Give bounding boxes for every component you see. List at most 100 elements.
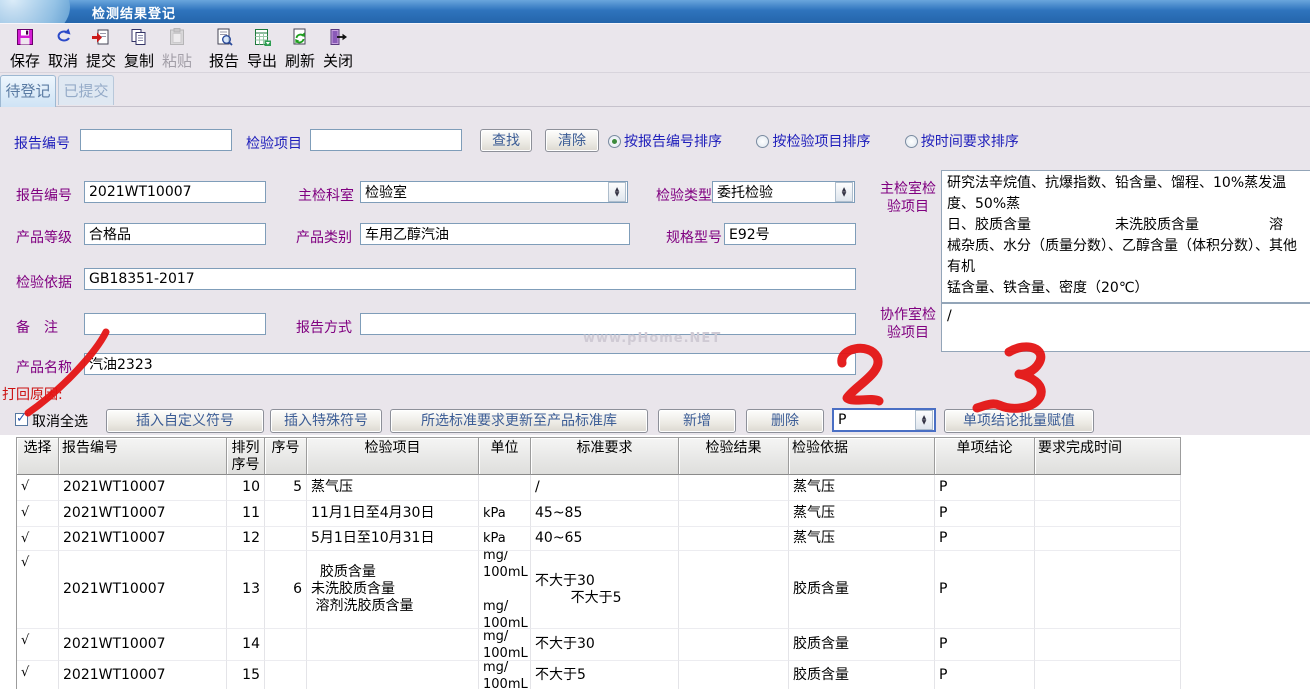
cell-check[interactable]: √ <box>17 527 59 551</box>
cell-check[interactable]: √ <box>17 551 59 629</box>
toolbar-button-label: 取消 <box>48 51 78 71</box>
check-type-select[interactable]: 委托检验 ▲▼ <box>712 181 855 203</box>
close-button[interactable]: 关闭 <box>319 27 357 71</box>
cancel-button[interactable]: 取消 <box>44 27 82 71</box>
report-no-input[interactable] <box>84 181 266 203</box>
cell-conclusion: P <box>935 527 1035 551</box>
column-header-report_no[interactable]: 报告编号 <box>59 438 227 475</box>
column-header-seq[interactable]: 序号 <box>265 438 307 475</box>
cell-item: 5月1日至10月31日 <box>307 527 479 551</box>
cell-check[interactable]: √ <box>17 629 59 661</box>
toolbar-button-label: 关闭 <box>323 51 353 71</box>
search-item-input[interactable] <box>310 129 462 151</box>
radio-label: 按检验项目排序 <box>772 131 870 151</box>
main-items-panel[interactable]: 研究法辛烷值、抗爆指数、铅含量、馏程、10%蒸发温度、50%蒸 日、胶质含量 未… <box>941 170 1310 303</box>
cell-report_no: 2021WT10007 <box>59 475 227 501</box>
save-button[interactable]: 保存 <box>6 27 44 71</box>
copy-button[interactable]: 复制 <box>120 27 158 71</box>
report-method-label: 报告方式 <box>296 317 352 337</box>
cell-unit: mg/ 100mL <box>479 629 531 661</box>
column-header-sort_no[interactable]: 排列 序号 <box>227 438 265 475</box>
radio-icon <box>905 135 918 148</box>
cell-check[interactable]: √ <box>17 475 59 501</box>
clear-button[interactable]: 清除 <box>545 129 599 152</box>
insert-special-symbol-button[interactable]: 插入特殊符号 <box>270 409 382 433</box>
cell-conclusion: P <box>935 629 1035 661</box>
column-header-conclusion[interactable]: 单项结论 <box>935 438 1035 475</box>
add-button[interactable]: 新增 <box>658 409 736 433</box>
coop-items-panel[interactable]: / <box>941 303 1310 352</box>
report-button[interactable]: 报告 <box>205 27 243 71</box>
select-all-checkbox[interactable] <box>15 413 28 426</box>
remark-input[interactable] <box>84 313 266 335</box>
copy-icon <box>129 27 149 51</box>
main-dept-select[interactable]: 检验室 ▲▼ <box>360 181 628 203</box>
title-bar: 检测结果登记 <box>0 0 1310 23</box>
cell-unit <box>479 475 531 501</box>
cell-sort_no: 15 <box>227 661 265 689</box>
product-name-label: 产品名称 <box>16 357 72 377</box>
toolbar-button-label: 粘贴 <box>162 51 192 71</box>
product-grade-input[interactable] <box>84 223 266 245</box>
report-method-input[interactable] <box>360 313 856 335</box>
export-button[interactable]: 导出 <box>243 27 281 71</box>
batch-conclusion-button[interactable]: 单项结论批量赋值 <box>944 409 1094 433</box>
table-row[interactable]: √2021WT1000714mg/ 100mL不大于30胶质含量P <box>17 629 1181 661</box>
find-button[interactable]: 查找 <box>480 129 532 152</box>
insert-custom-symbol-button[interactable]: 插入自定义符号 <box>106 409 264 433</box>
product-category-label: 产品类别 <box>296 227 352 247</box>
product-category-input[interactable] <box>360 223 630 245</box>
cell-basis: 胶质含量 <box>789 629 935 661</box>
tab-pending[interactable]: 待登记 <box>0 75 56 107</box>
table-row[interactable]: √2021WT10007125月1日至10月31日kPa40~65蒸气压P <box>17 527 1181 551</box>
product-name-input[interactable] <box>84 353 856 375</box>
column-header-basis[interactable]: 检验依据 <box>789 438 935 475</box>
refresh-button[interactable]: 刷新 <box>281 27 319 71</box>
cell-conclusion: P <box>935 551 1035 629</box>
cell-check[interactable]: √ <box>17 661 59 689</box>
dropdown-spinner-icon[interactable]: ▲▼ <box>608 182 626 202</box>
column-header-check[interactable]: 选择 <box>17 438 59 475</box>
table-row[interactable]: √2021WT1000715mg/ 100mL不大于5胶质含量P <box>17 661 1181 689</box>
table-row[interactable]: √2021WT10007105蒸气压/蒸气压P <box>17 475 1181 501</box>
submit-button[interactable]: 提交 <box>82 27 120 71</box>
delete-button[interactable]: 删除 <box>746 409 824 433</box>
cell-item: 胶质含量 未洗胶质含量 溶剂洗胶质含量 <box>307 551 479 629</box>
column-header-item[interactable]: 检验项目 <box>307 438 479 475</box>
search-report-no-input[interactable] <box>80 129 232 151</box>
column-header-unit[interactable]: 单位 <box>479 438 531 475</box>
column-header-requirement[interactable]: 标准要求 <box>531 438 679 475</box>
sort-by-item-radio[interactable]: 按检验项目排序 <box>756 131 870 151</box>
select-all-label: 取消全选 <box>32 411 88 431</box>
toolbar: 保存取消提交复制粘贴报告导出刷新关闭 <box>0 23 1310 73</box>
cell-result <box>679 629 789 661</box>
column-header-result[interactable]: 检验结果 <box>679 438 789 475</box>
basis-input[interactable] <box>84 268 856 290</box>
spec-model-input[interactable] <box>724 223 856 245</box>
sort-by-time-radio[interactable]: 按时间要求排序 <box>905 131 1019 151</box>
toolbar-button-label: 刷新 <box>285 51 315 71</box>
cell-item: 蒸气压 <box>307 475 479 501</box>
search-item-label: 检验项目 <box>246 133 302 153</box>
cell-seq <box>265 501 307 527</box>
close-icon <box>328 27 348 51</box>
conclusion-select[interactable]: P ▲▼ <box>832 408 936 432</box>
table-row[interactable]: √2021WT10007136 胶质含量 未洗胶质含量 溶剂洗胶质含量mg/ 1… <box>17 551 1181 629</box>
cell-check[interactable]: √ <box>17 501 59 527</box>
dropdown-spinner-icon[interactable]: ▲▼ <box>835 182 853 202</box>
cell-sort_no: 13 <box>227 551 265 629</box>
sort-by-report-no-radio[interactable]: 按报告编号排序 <box>608 131 722 151</box>
cell-due <box>1035 629 1181 661</box>
tab-submitted[interactable]: 已提交 <box>58 75 114 105</box>
table-row[interactable]: √2021WT100071111月1日至4月30日kPa45~85蒸气压P <box>17 501 1181 527</box>
toolbar-button-label: 保存 <box>10 51 40 71</box>
coop-items-label: 协作室检 验项目 <box>876 306 940 342</box>
radio-label: 按报告编号排序 <box>624 131 722 151</box>
update-standard-button[interactable]: 所选标准要求更新至产品标准库 <box>390 409 648 433</box>
toolbar-button-label: 复制 <box>124 51 154 71</box>
submit-icon <box>91 27 111 51</box>
column-header-due[interactable]: 要求完成时间 <box>1035 438 1181 475</box>
cell-item: 11月1日至4月30日 <box>307 501 479 527</box>
dropdown-spinner-icon[interactable]: ▲▼ <box>915 410 933 430</box>
product-grade-label: 产品等级 <box>16 227 72 247</box>
